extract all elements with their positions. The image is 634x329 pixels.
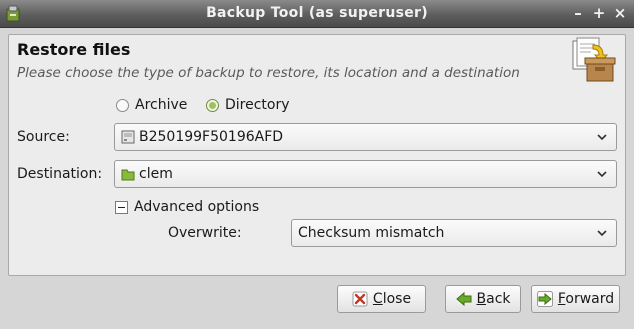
destination-value: clem (139, 166, 173, 182)
overwrite-combo[interactable]: Checksum mismatch (291, 219, 617, 247)
restore-panel: Restore files Please choose the type of … (8, 34, 626, 276)
back-button[interactable]: Back (445, 285, 521, 313)
chevron-down-icon (597, 171, 607, 178)
source-combo[interactable]: B250199F50196AFD (114, 123, 617, 151)
close-button[interactable]: Close (337, 285, 426, 313)
advanced-options-expander[interactable]: Advanced options (115, 199, 259, 215)
close-window-button[interactable]: × (611, 4, 629, 22)
forward-button[interactable]: Forward (531, 285, 620, 313)
radio-archive-label: Archive (135, 97, 188, 113)
overwrite-label: Overwrite: (168, 225, 242, 241)
source-label: Source: (17, 129, 70, 145)
radio-directory-label: Directory (225, 97, 290, 113)
chevron-down-icon (597, 230, 607, 237)
window-title: Backup Tool (as superuser) (206, 5, 428, 21)
close-icon (352, 291, 368, 307)
radio-directory[interactable]: Directory (206, 97, 290, 113)
restore-box-icon (572, 37, 616, 82)
destination-label: Destination: (17, 166, 103, 182)
page-title: Restore files (17, 40, 131, 59)
radio-archive-indicator[interactable] (116, 98, 129, 112)
destination-combo[interactable]: clem (114, 160, 617, 188)
chevron-down-icon (597, 134, 607, 141)
folder-icon (121, 169, 135, 181)
title-bar[interactable]: Backup Tool (as superuser) – + × (0, 0, 634, 28)
arrow-right-icon (536, 291, 553, 307)
close-button-label: Close (372, 291, 412, 307)
back-button-label: Back (476, 291, 511, 307)
advanced-options-label: Advanced options (134, 199, 260, 215)
radio-directory-indicator[interactable] (206, 98, 219, 112)
page-subtitle: Please choose the type of backup to rest… (17, 65, 520, 81)
maximize-button[interactable]: + (590, 4, 608, 22)
overwrite-value: Checksum mismatch (298, 225, 445, 241)
arrow-left-icon (455, 291, 471, 307)
forward-button-label: Forward (557, 291, 615, 307)
dialog-body: Restore files Please choose the type of … (0, 28, 634, 329)
collapse-icon[interactable] (115, 200, 128, 214)
source-value: B250199F50196AFD (139, 129, 284, 145)
minimize-button[interactable]: – (569, 4, 587, 22)
radio-archive[interactable]: Archive (116, 97, 187, 113)
drive-icon (121, 130, 135, 144)
